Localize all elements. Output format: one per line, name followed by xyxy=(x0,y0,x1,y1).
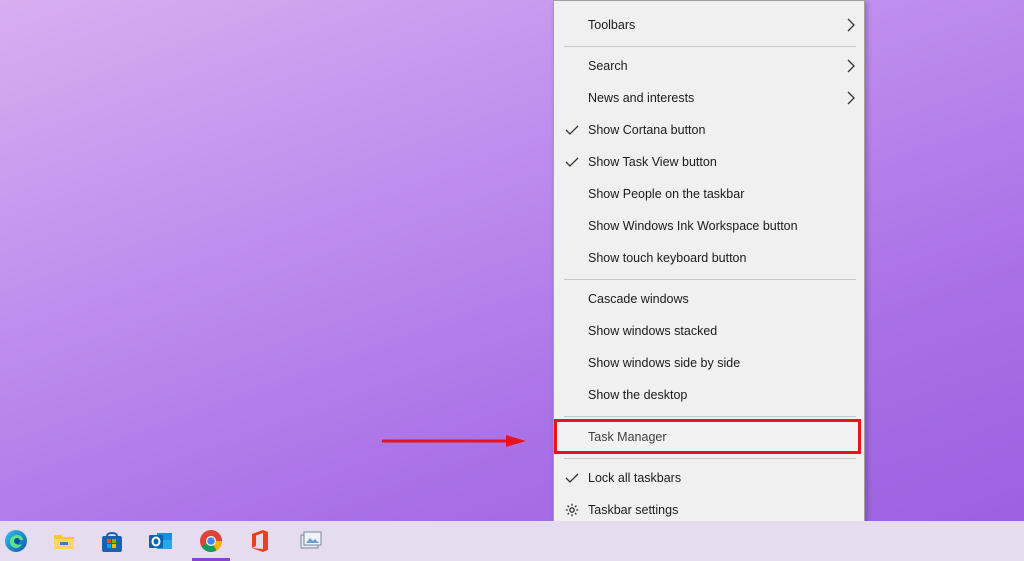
menu-item-lock-all-taskbars[interactable]: Lock all taskbars xyxy=(554,463,864,493)
edge-icon[interactable] xyxy=(2,527,30,555)
menu-item-label: Lock all taskbars xyxy=(588,471,682,485)
photos-app-icon[interactable] xyxy=(296,527,324,555)
menu-item-label: Cascade windows xyxy=(588,292,689,306)
outlook-icon[interactable] xyxy=(146,527,174,555)
menu-item-label: Toolbars xyxy=(588,18,636,32)
task-manager-highlight-box xyxy=(554,419,861,454)
menu-item-label: Show Windows Ink Workspace button xyxy=(588,219,798,233)
menu-separator xyxy=(564,279,856,280)
menu-separator xyxy=(564,458,856,459)
file-explorer-icon[interactable] xyxy=(50,527,78,555)
checkmark-icon xyxy=(565,115,579,145)
menu-item-toolbars[interactable]: Toolbars xyxy=(554,10,864,40)
menu-item-show-windows-side-by-side[interactable]: Show windows side by side xyxy=(554,348,864,378)
menu-item-label: Search xyxy=(588,59,628,73)
menu-separator xyxy=(564,416,856,417)
menu-item-cascade-windows[interactable]: Cascade windows xyxy=(554,284,864,314)
menu-item-show-windows-ink-workspace[interactable]: Show Windows Ink Workspace button xyxy=(554,211,864,241)
office-icon[interactable] xyxy=(246,527,274,555)
menu-item-show-task-view-button[interactable]: Show Task View button xyxy=(554,147,864,177)
menu-item-show-cortana-button[interactable]: Show Cortana button xyxy=(554,115,864,145)
menu-item-label: News and interests xyxy=(588,91,695,105)
menu-item-show-people[interactable]: Show People on the taskbar xyxy=(554,179,864,209)
menu-item-label: Show windows stacked xyxy=(588,324,718,338)
chrome-icon[interactable] xyxy=(197,527,225,555)
chevron-right-icon xyxy=(846,83,856,113)
menu-item-news-and-interests[interactable]: News and interests xyxy=(554,83,864,113)
chevron-right-icon xyxy=(846,51,856,81)
menu-item-label: Show People on the taskbar xyxy=(588,187,745,201)
menu-item-label: Show the desktop xyxy=(588,388,688,402)
chevron-right-icon xyxy=(846,10,856,40)
menu-item-search[interactable]: Search xyxy=(554,51,864,81)
checkmark-icon xyxy=(565,463,579,493)
menu-item-label: Show Task View button xyxy=(588,155,717,169)
red-arrow-annotation xyxy=(380,433,530,449)
menu-item-label: Show Cortana button xyxy=(588,123,706,137)
menu-item-label: Show touch keyboard button xyxy=(588,251,747,265)
checkmark-icon xyxy=(565,147,579,177)
menu-item-show-touch-keyboard[interactable]: Show touch keyboard button xyxy=(554,243,864,273)
menu-item-label: Show windows side by side xyxy=(588,356,741,370)
menu-item-show-windows-stacked[interactable]: Show windows stacked xyxy=(554,316,864,346)
taskbar xyxy=(0,521,1024,561)
menu-separator xyxy=(564,46,856,47)
menu-item-show-the-desktop[interactable]: Show the desktop xyxy=(554,380,864,410)
microsoft-store-icon[interactable] xyxy=(98,527,126,555)
